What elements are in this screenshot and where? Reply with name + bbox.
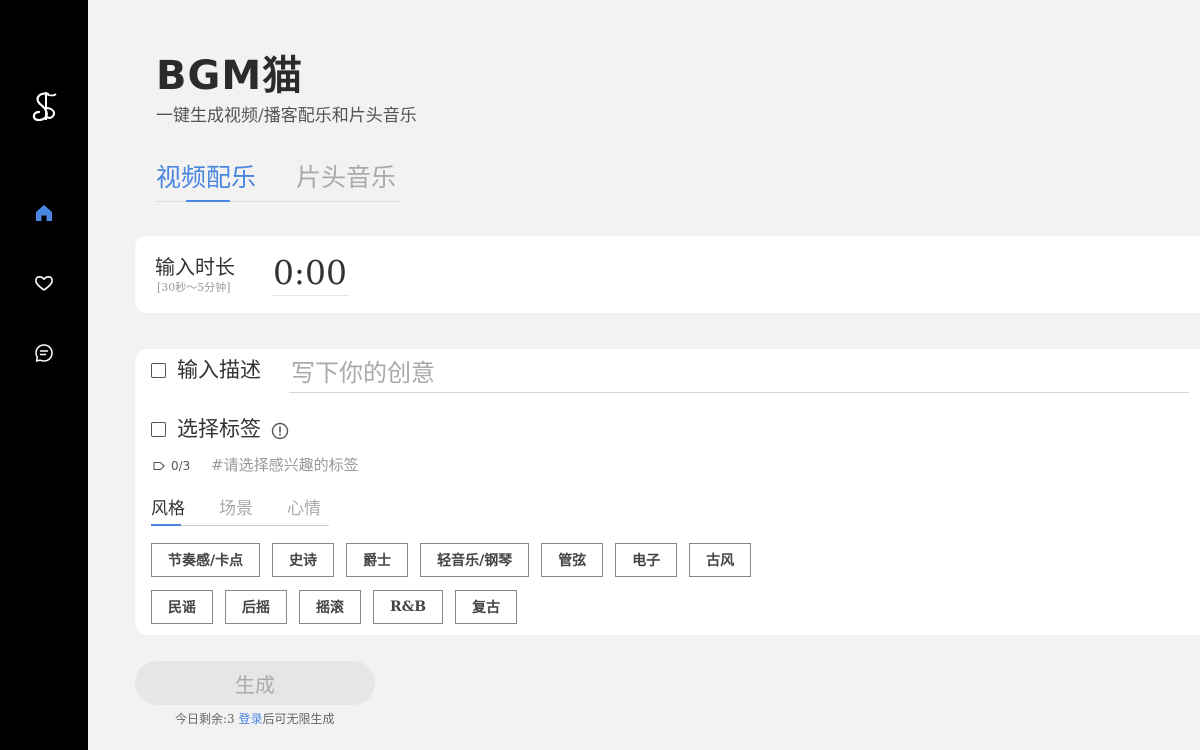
description-tags-card: 输入描述 选择标签 0/3 #请选择感兴趣的标签 风格 场景 心情 节奏感/卡点… [135, 349, 1200, 635]
tag-hint: #请选择感兴趣的标签 [211, 456, 359, 474]
subtab-style[interactable]: 风格 [151, 497, 185, 521]
tag-chip[interactable]: 电子 [615, 543, 678, 577]
tag-category-tabs: 风格 场景 心情 [151, 494, 329, 526]
active-subtab-indicator [151, 524, 181, 526]
active-tab-indicator [186, 200, 230, 202]
heart-icon[interactable] [33, 272, 55, 294]
mode-tabs: 视频配乐 片头音乐 [156, 158, 400, 202]
quota-suffix: 后可无限生成 [262, 712, 335, 726]
tag-chip[interactable]: 节奏感/卡点 [151, 543, 261, 577]
subtab-scene[interactable]: 场景 [219, 497, 253, 521]
tag-chip[interactable]: 民谣 [151, 590, 213, 624]
tab-intro-music[interactable]: 片头音乐 [296, 160, 396, 196]
tag-chip[interactable]: 复古 [455, 590, 518, 624]
tag-chip[interactable]: R&B [373, 590, 444, 624]
tag-chip[interactable]: 轻音乐/钢琴 [420, 543, 530, 577]
brand-title: BGM猫 [156, 53, 304, 99]
quota-text: 今日剩余:3 登录后可无限生成 [175, 711, 335, 727]
description-input[interactable] [289, 353, 1189, 393]
tag-chip[interactable]: 史诗 [272, 543, 335, 577]
tag-chip[interactable]: 管弦 [541, 543, 604, 577]
tab-video-bgm[interactable]: 视频配乐 [156, 160, 256, 196]
chip-row-1: 节奏感/卡点 史诗 爵士 轻音乐/钢琴 管弦 电子 古风 [151, 543, 791, 577]
generate-button[interactable]: 生成 [135, 661, 375, 705]
duration-card: 输入时长 [30秒～5分钟] [135, 236, 1200, 313]
tag-chip[interactable]: 摇滚 [299, 590, 361, 624]
tag-count: 0/3 [153, 459, 190, 473]
duration-hint: [30秒～5分钟] [157, 281, 231, 294]
duration-input[interactable] [271, 250, 349, 296]
tag-chips: 节奏感/卡点 史诗 爵士 轻音乐/钢琴 管弦 电子 古风 民谣 后摇 摇滚 R&… [151, 543, 791, 637]
chip-row-2: 民谣 后摇 摇滚 R&B 复古 [151, 590, 791, 624]
main-content: BGM猫 一键生成视频/播客配乐和片头音乐 视频配乐 片头音乐 输入时长 [30… [88, 0, 1200, 750]
chat-icon[interactable] [33, 342, 55, 364]
duration-label: 输入时长 [155, 255, 235, 279]
tag-icon [153, 461, 165, 471]
login-link[interactable]: 登录 [239, 712, 263, 726]
tag-chip[interactable]: 后摇 [225, 590, 287, 624]
tags-label: 选择标签 [177, 417, 261, 441]
brand-subtitle: 一键生成视频/播客配乐和片头音乐 [156, 106, 417, 126]
description-checkbox[interactable] [151, 363, 166, 378]
description-label: 输入描述 [177, 358, 261, 382]
tag-count-value: 0/3 [171, 459, 191, 473]
subtab-mood[interactable]: 心情 [287, 497, 321, 521]
tag-chip[interactable]: 古风 [689, 543, 752, 577]
tag-chip[interactable]: 爵士 [346, 543, 409, 577]
tags-checkbox[interactable] [151, 422, 166, 437]
home-icon[interactable] [33, 202, 55, 224]
quota-remaining: 今日剩余:3 [175, 712, 239, 726]
info-icon[interactable] [271, 422, 289, 440]
music-note-logo-icon[interactable] [26, 88, 62, 128]
sidebar [0, 0, 88, 750]
